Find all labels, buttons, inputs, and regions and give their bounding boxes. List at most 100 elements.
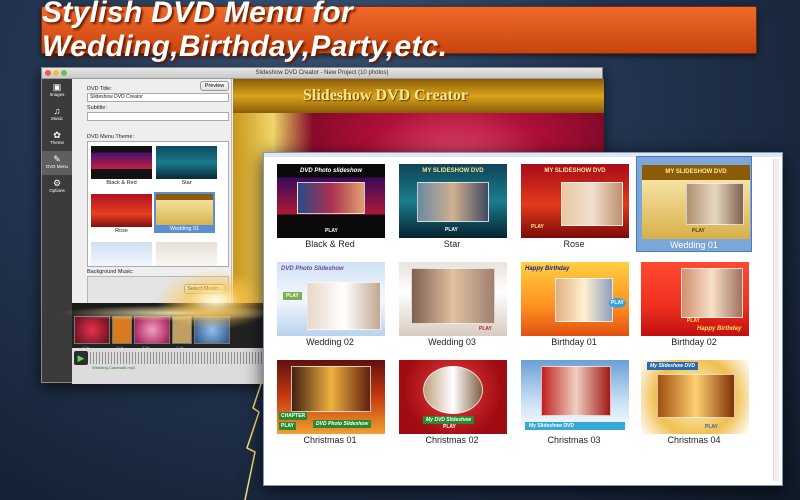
theme-thumbnail bbox=[156, 242, 217, 266]
theme-card-birthday-02[interactable]: PLAY Happy Birthday Birthday 02 bbox=[636, 254, 752, 350]
thumbnail-footer: Happy Birthday bbox=[697, 326, 742, 332]
window-title: Slideshow DVD Creator - New Project (10 … bbox=[255, 70, 389, 76]
dvd-icon: ✎ bbox=[53, 154, 61, 164]
theme-card-wedding-02[interactable]: DVD Photo Slideshow PLAY Wedding 02 bbox=[272, 254, 388, 350]
thumbnail-play-label: PLAY bbox=[443, 424, 456, 430]
music-icon: ♫ bbox=[53, 106, 61, 116]
theme-card-christmas-01[interactable]: CHAPTER PLAY DVD Photo Slideshow Christm… bbox=[272, 352, 388, 448]
theme-thumbnail bbox=[91, 194, 152, 227]
theme-caption: Christmas 04 bbox=[667, 435, 721, 445]
subtitle-input[interactable] bbox=[87, 112, 229, 121]
thumbnail-header: My Slideshow DVD bbox=[647, 362, 699, 370]
theme-list[interactable]: Black & Red Star Rose Wedding 01 bbox=[87, 141, 229, 267]
thumbnail-photo bbox=[681, 268, 743, 318]
theme-card-star[interactable]: MY SLIDESHOW DVD PLAY Star bbox=[394, 156, 510, 252]
gallery-scrollbar[interactable] bbox=[773, 159, 779, 481]
theme-thumbnail: DVD Photo slideshow PLAY bbox=[277, 164, 385, 238]
sidebar-item-music[interactable]: ♫ Music bbox=[42, 103, 72, 127]
theme-thumbnail bbox=[91, 242, 152, 266]
theme-card-birthday-01[interactable]: Happy Birthday PLAY Birthday 01 bbox=[516, 254, 632, 350]
theme-item-rose[interactable]: Rose bbox=[91, 194, 152, 235]
theme-card-christmas-02[interactable]: My DVD Slideshow PLAY Christmas 02 bbox=[394, 352, 510, 448]
sidebar-item-options[interactable]: ⚙ Options bbox=[42, 175, 72, 199]
close-icon[interactable] bbox=[45, 70, 51, 76]
play-icon[interactable]: ▶ bbox=[74, 351, 88, 365]
subtitle-label: Subtitle: bbox=[87, 105, 107, 111]
thumbnail-play-label: PLAY bbox=[283, 292, 302, 300]
thumbnail-play-label: PLAY bbox=[531, 224, 544, 230]
theme-item-wedding-03[interactable] bbox=[156, 242, 217, 266]
thumbnail-photo bbox=[307, 282, 381, 330]
select-music-button[interactable]: Select Music... bbox=[184, 284, 226, 294]
theme-thumbnail bbox=[156, 194, 213, 225]
theme-thumbnail: Happy Birthday PLAY bbox=[521, 262, 629, 336]
theme-item-black-red[interactable]: Black & Red bbox=[91, 146, 152, 187]
theme-item-star[interactable]: Star bbox=[156, 146, 217, 187]
theme-caption: Black & Red bbox=[305, 239, 355, 249]
sidebar-item-label: Music bbox=[51, 116, 63, 121]
theme-thumbnail: My Slideshow DVD bbox=[521, 360, 629, 434]
theme-caption: Black & Red bbox=[106, 180, 137, 186]
dvd-title-input[interactable]: Slideshow DVD Creator bbox=[87, 93, 229, 102]
theme-caption: Star bbox=[181, 180, 192, 186]
theme-card-wedding-01[interactable]: MY SLIDESHOW DVD PLAY Wedding 01 bbox=[636, 156, 752, 252]
window-titlebar: Slideshow DVD Creator - New Project (10 … bbox=[42, 68, 602, 79]
theme-thumbnail: My Slideshow DVD PLAY bbox=[641, 360, 749, 434]
theme-thumbnail: MY SLIDESHOW DVD PLAY bbox=[521, 164, 629, 238]
sidebar-item-theme[interactable]: ✿ Theme bbox=[42, 127, 72, 151]
theme-card-rose[interactable]: MY SLIDESHOW DVD PLAY Rose bbox=[516, 156, 632, 252]
thumbnail-photo bbox=[297, 182, 365, 214]
theme-card-black-red[interactable]: DVD Photo slideshow PLAY Black & Red bbox=[272, 156, 388, 252]
thumbnail-photo bbox=[291, 366, 371, 412]
thumbnail-chapter-label: CHAPTER bbox=[279, 412, 308, 420]
thumbnail-play-label: PLAY bbox=[687, 318, 700, 324]
sidebar-item-label: Images bbox=[49, 92, 65, 97]
theme-label: DVD Menu Theme: bbox=[87, 134, 134, 140]
palette-icon: ✿ bbox=[53, 130, 61, 140]
theme-card-wedding-03[interactable]: PLAY Wedding 03 bbox=[394, 254, 510, 350]
thumbnail-photo bbox=[686, 183, 744, 225]
thumbnail-header: DVD Photo Slideshow bbox=[281, 266, 344, 272]
sidebar: ▣ Images ♫ Music ✿ Theme ✎ DVD Menu ⚙ Op… bbox=[42, 79, 72, 382]
sidebar-item-label: Theme bbox=[49, 140, 64, 145]
thumbnail-photo bbox=[555, 278, 613, 322]
theme-gallery-window: DVD Photo slideshow PLAY Black & Red MY … bbox=[263, 152, 783, 486]
theme-caption: Wedding 01 bbox=[169, 226, 200, 232]
theme-caption: Wedding 01 bbox=[670, 240, 718, 250]
preview-button[interactable]: Preview bbox=[200, 81, 229, 91]
zoom-icon[interactable] bbox=[61, 70, 67, 76]
theme-item-wedding-02[interactable] bbox=[91, 242, 152, 266]
thumbnail-photo bbox=[417, 182, 489, 222]
theme-thumbnail: PLAY bbox=[399, 262, 507, 336]
thumbnail-photo bbox=[541, 366, 611, 416]
theme-thumbnail: DVD Photo Slideshow PLAY bbox=[277, 262, 385, 336]
sidebar-item-images[interactable]: ▣ Images bbox=[42, 79, 72, 103]
thumbnail-play-label: PLAY bbox=[479, 326, 492, 332]
thumbnail-photo bbox=[411, 268, 495, 324]
dvd-title-label: DVD Title: bbox=[87, 86, 112, 92]
theme-item-wedding-01[interactable]: Wedding 01 bbox=[154, 192, 215, 233]
thumbnail-play-label: PLAY bbox=[609, 298, 626, 308]
theme-caption: Birthday 01 bbox=[551, 337, 597, 347]
minimize-icon[interactable] bbox=[53, 70, 59, 76]
theme-caption: Star bbox=[443, 239, 461, 249]
theme-card-christmas-03[interactable]: My Slideshow DVD Christmas 03 bbox=[516, 352, 632, 448]
thumbnail-header: Happy Birthday bbox=[525, 266, 570, 272]
thumbnail-header: MY SLIDESHOW DVD bbox=[422, 168, 484, 174]
theme-caption: Wedding 02 bbox=[306, 337, 354, 347]
theme-thumbnail: MY SLIDESHOW DVD PLAY bbox=[642, 165, 750, 239]
window-controls bbox=[45, 70, 67, 76]
theme-caption: Rose bbox=[115, 228, 128, 234]
thumbnail-photo bbox=[657, 374, 735, 418]
light-streak bbox=[60, 305, 290, 321]
theme-card-christmas-04[interactable]: My Slideshow DVD PLAY Christmas 04 bbox=[636, 352, 752, 448]
theme-caption: Christmas 03 bbox=[547, 435, 601, 445]
thumbnail-header: DVD Photo slideshow bbox=[299, 168, 362, 174]
audio-file-label: Wedding-Cakewalk.mp3 bbox=[92, 365, 136, 370]
theme-caption: Birthday 02 bbox=[671, 337, 717, 347]
theme-caption: Wedding 03 bbox=[428, 337, 476, 347]
thumbnail-play-label: PLAY bbox=[325, 228, 338, 234]
thumbnail-header: My DVD Slideshow bbox=[423, 416, 475, 424]
thumbnail-photo bbox=[561, 182, 623, 226]
sidebar-item-dvd-menu[interactable]: ✎ DVD Menu bbox=[42, 151, 72, 175]
